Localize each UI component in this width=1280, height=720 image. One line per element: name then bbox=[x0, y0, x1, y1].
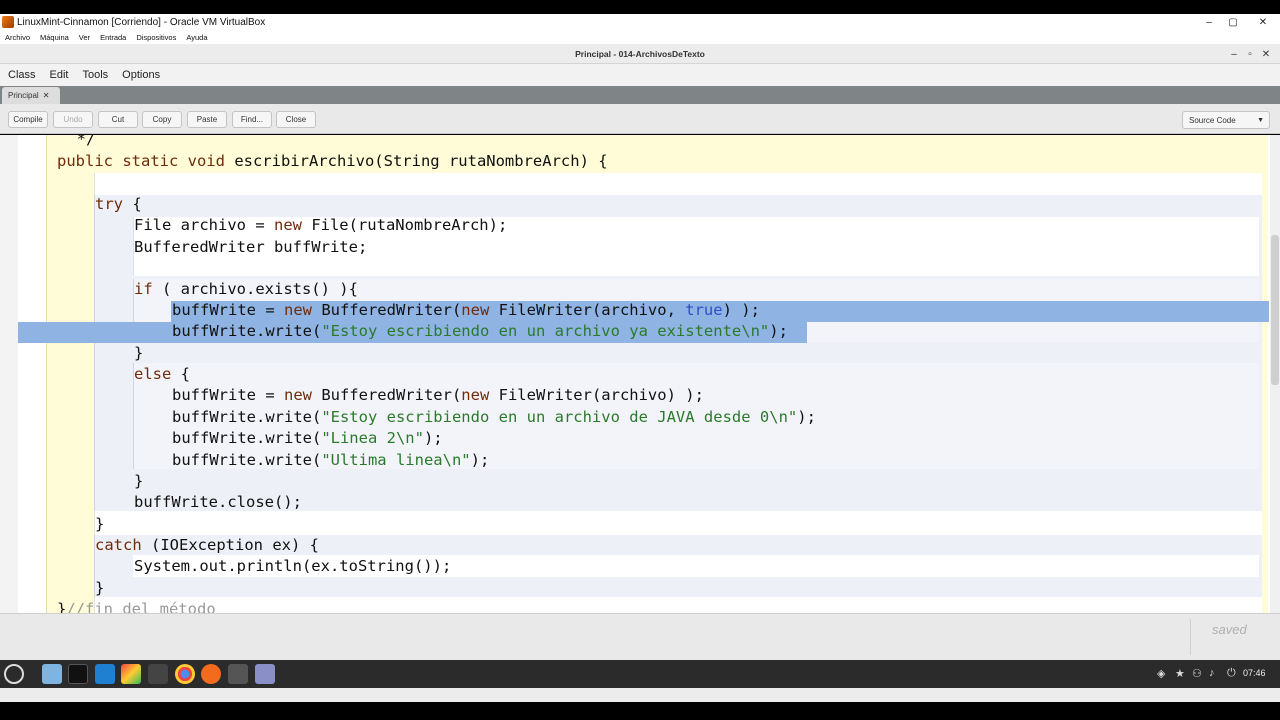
color-app-icon[interactable] bbox=[121, 664, 141, 684]
clock[interactable]: 07:46 bbox=[1243, 668, 1266, 678]
host-menu-dispositivos[interactable]: Dispositivos bbox=[136, 33, 176, 42]
code-line[interactable]: buffWrite.write("Estoy escribiendo en un… bbox=[172, 407, 816, 428]
copy-button[interactable]: Copy bbox=[142, 111, 182, 128]
cut-button[interactable]: Cut bbox=[98, 111, 138, 128]
virtualbox-icon bbox=[2, 16, 14, 28]
editor-menubar: Class Edit Tools Options bbox=[0, 64, 1280, 86]
maximize-icon[interactable]: ▢ bbox=[1218, 14, 1248, 30]
menu-options[interactable]: Options bbox=[122, 69, 160, 81]
host-menu-entrada[interactable]: Entrada bbox=[100, 33, 126, 42]
top-letterbox bbox=[0, 0, 1280, 14]
code-line[interactable]: else { bbox=[134, 364, 190, 385]
host-menubar: Archivo Máquina Ver Entrada Dispositivos… bbox=[0, 30, 1280, 44]
code-line[interactable]: }//fin del método bbox=[57, 599, 216, 613]
editor-toolbar: Compile Undo Cut Copy Paste Find... Clos… bbox=[0, 104, 1280, 134]
files-icon[interactable] bbox=[42, 664, 62, 684]
menu-tools[interactable]: Tools bbox=[82, 69, 108, 81]
close-icon[interactable]: ✕ bbox=[1248, 14, 1278, 30]
menu-edit[interactable]: Edit bbox=[50, 69, 69, 81]
tab-close-icon[interactable]: ✕ bbox=[43, 91, 50, 100]
paste-button[interactable]: Paste bbox=[187, 111, 227, 128]
bluej-window-icon[interactable] bbox=[228, 664, 248, 684]
save-status: saved bbox=[1212, 622, 1247, 637]
host-statusbar bbox=[0, 688, 1280, 702]
code-line[interactable]: buffWrite.write("Estoy escribiendo en un… bbox=[172, 321, 788, 342]
network-icon[interactable]: ⚇ bbox=[1192, 667, 1202, 680]
line-gutter[interactable] bbox=[0, 135, 18, 613]
code-line[interactable]: try { bbox=[95, 194, 142, 215]
view-mode-value: Source Code bbox=[1189, 115, 1236, 125]
host-menu-maquina[interactable]: Máquina bbox=[40, 33, 69, 42]
view-mode-select[interactable]: Source Code ▼ bbox=[1182, 111, 1270, 129]
bluej-icon[interactable] bbox=[148, 664, 168, 684]
code-line[interactable]: File archivo = new File(rutaNombreArch); bbox=[134, 215, 507, 236]
editor-window-title: Principal - 014-ArchivosDeTexto bbox=[575, 48, 705, 59]
bottom-letterbox bbox=[0, 702, 1280, 720]
undo-button[interactable]: Undo bbox=[53, 111, 93, 128]
mint-menu-icon[interactable] bbox=[4, 664, 24, 684]
firefox-icon[interactable] bbox=[201, 664, 221, 684]
code-line[interactable]: if ( archivo.exists() ){ bbox=[134, 279, 358, 300]
code-line[interactable]: } bbox=[134, 343, 143, 364]
code-line[interactable]: System.out.println(ex.toString()); bbox=[134, 556, 451, 577]
chevron-down-icon: ▼ bbox=[1257, 116, 1264, 124]
code-editor[interactable]: */ public static void escribirArchivo(St… bbox=[0, 135, 1280, 613]
scrollbar-thumb[interactable] bbox=[1271, 235, 1279, 385]
text-editor-icon[interactable] bbox=[255, 664, 275, 684]
code-line[interactable]: } bbox=[95, 578, 104, 599]
editor-titlebar: Principal - 014-ArchivosDeTexto – ▫ ✕ bbox=[0, 44, 1280, 64]
host-window-title: LinuxMint-Cinnamon [Corriendo] - Oracle … bbox=[17, 16, 266, 28]
editor-minimize-icon[interactable]: – bbox=[1226, 44, 1242, 64]
code-line[interactable]: } bbox=[95, 514, 104, 535]
code-line[interactable]: buffWrite = new BufferedWriter(new FileW… bbox=[172, 300, 760, 321]
tab-label: Principal bbox=[8, 91, 39, 100]
code-line[interactable]: */ bbox=[58, 135, 96, 150]
host-menu-ayuda[interactable]: Ayuda bbox=[186, 33, 207, 42]
code-line[interactable]: buffWrite.write("Linea 2\n"); bbox=[172, 428, 443, 449]
editor-statusbar: saved bbox=[0, 613, 1280, 660]
code-line[interactable]: buffWrite.close(); bbox=[134, 492, 302, 513]
code-line[interactable]: buffWrite.write("Ultima linea\n"); bbox=[172, 450, 489, 471]
host-window-titlebar: LinuxMint-Cinnamon [Corriendo] - Oracle … bbox=[0, 14, 1280, 30]
code-line[interactable]: catch (IOException ex) { bbox=[95, 535, 319, 556]
host-menu-archivo[interactable]: Archivo bbox=[5, 33, 30, 42]
vscode-icon[interactable] bbox=[95, 664, 115, 684]
star-icon[interactable]: ★ bbox=[1175, 667, 1185, 680]
code-line[interactable]: } bbox=[134, 471, 143, 492]
close-button[interactable]: Close bbox=[276, 111, 316, 128]
code-line[interactable]: BufferedWriter buffWrite; bbox=[134, 237, 367, 258]
menu-class[interactable]: Class bbox=[8, 69, 36, 81]
status-divider bbox=[1190, 619, 1191, 655]
tab-bar: Principal ✕ bbox=[0, 86, 1280, 104]
tab-principal[interactable]: Principal ✕ bbox=[2, 87, 60, 104]
find-button[interactable]: Find... bbox=[232, 111, 272, 128]
chrome-icon[interactable] bbox=[175, 664, 195, 684]
compile-button[interactable]: Compile bbox=[8, 111, 48, 128]
code-line[interactable]: public static void escribirArchivo(Strin… bbox=[57, 151, 608, 172]
terminal-icon[interactable] bbox=[68, 664, 88, 684]
code-line[interactable]: buffWrite = new BufferedWriter(new FileW… bbox=[172, 385, 704, 406]
shield-icon[interactable]: ◈ bbox=[1157, 667, 1165, 680]
power-icon[interactable]: ⏻ bbox=[1227, 667, 1236, 680]
volume-icon[interactable]: ♪ bbox=[1209, 667, 1215, 679]
editor-maximize-icon[interactable]: ▫ bbox=[1242, 44, 1258, 64]
editor-close-icon[interactable]: ✕ bbox=[1258, 44, 1274, 64]
host-menu-ver[interactable]: Ver bbox=[79, 33, 90, 42]
os-taskbar: ◈ ★ ⚇ ♪ ⏻ 07:46 bbox=[0, 660, 1280, 688]
